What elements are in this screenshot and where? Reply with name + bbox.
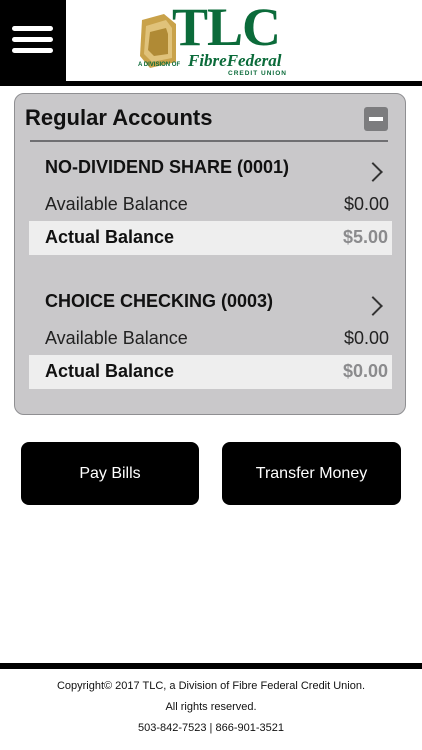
logo-name-text: FibreFederal [188,51,282,70]
footer-copyright: Copyright© 2017 TLC, a Division of Fibre… [56,680,366,692]
footer-phones[interactable]: 503-842-7523 | 866-901-3521 [0,722,422,734]
hamburger-menu-icon[interactable] [0,0,66,84]
app-header: TLC A DIVISION OF FibreFederal CREDIT UN… [0,0,422,86]
footer-rights: All rights reserved. [165,701,257,713]
actual-balance-row: Actual Balance $0.00 [29,355,392,389]
available-balance-value: $0.00 [343,194,389,214]
actual-balance-value: $0.00 [342,361,388,381]
logo-brand-text: TLC [172,0,281,57]
actual-balance-label: Actual Balance [45,227,175,247]
actual-balance-row: Actual Balance $5.00 [29,221,392,255]
header-divider [0,81,422,86]
available-balance-value: $0.00 [343,328,389,348]
logo-division-text: A DIVISION OF [138,62,181,68]
footer-divider [0,663,422,669]
account-name[interactable]: CHOICE CHECKING (0003) [45,291,273,312]
actual-balance-value: $5.00 [342,227,388,247]
available-balance-label: Available Balance [45,328,188,348]
actual-balance-label: Actual Balance [45,361,175,381]
tlc-logo: TLC A DIVISION OF FibreFederal CREDIT UN… [136,0,288,78]
section-divider [30,140,388,142]
transfer-money-button[interactable]: Transfer Money [222,442,401,505]
minus-icon[interactable] [364,107,388,131]
account-name[interactable]: NO-DIVIDEND SHARE (0001) [45,157,289,178]
section-title: Regular Accounts [25,105,213,130]
available-balance-label: Available Balance [45,194,188,214]
pay-bills-button[interactable]: Pay Bills [21,442,199,505]
logo-subtitle-text: CREDIT UNION [228,70,287,77]
